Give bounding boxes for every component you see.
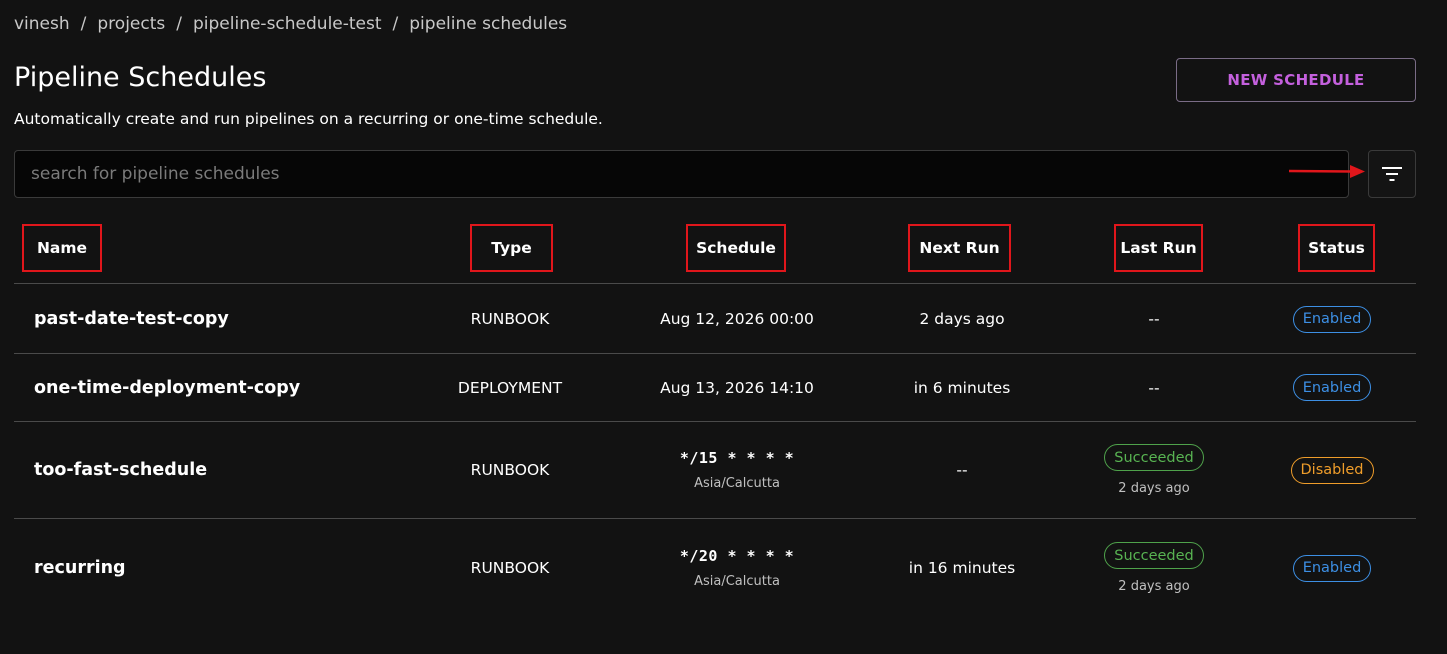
schedule-type: RUNBOOK	[470, 461, 550, 479]
table-row[interactable]: past-date-test-copy RUNBOOK Aug 12, 2026…	[14, 285, 1416, 354]
schedule-timezone: Asia/Calcutta	[694, 476, 780, 491]
pipeline-schedules-page: vinesh / projects / pipeline-schedule-te…	[0, 0, 1447, 654]
status-badge: Enabled	[1292, 554, 1372, 582]
column-header-schedule[interactable]: Schedule	[686, 224, 786, 272]
table-header: Name Type Schedule Next Run Last Run Sta…	[14, 222, 1416, 284]
status-badge: Enabled	[1292, 305, 1372, 333]
last-run-badge: Succeeded	[1104, 444, 1204, 471]
schedule-name[interactable]: one-time-deployment-copy	[34, 354, 300, 421]
page-subtitle: Automatically create and run pipelines o…	[14, 110, 603, 128]
last-run: --	[1148, 310, 1160, 328]
column-header-name[interactable]: Name	[22, 224, 102, 272]
schedule-time: Aug 13, 2026 14:10	[660, 378, 814, 397]
next-run: --	[956, 461, 968, 479]
column-header-type[interactable]: Type	[470, 224, 553, 272]
column-header-last-run[interactable]: Last Run	[1114, 224, 1203, 272]
schedule-type: DEPLOYMENT	[457, 378, 563, 397]
breadcrumb-separator: /	[176, 14, 182, 34]
new-schedule-button[interactable]: NEW SCHEDULE	[1176, 58, 1416, 102]
filter-icon	[1382, 167, 1402, 181]
schedule-type: RUNBOOK	[470, 559, 550, 577]
last-run-cell: Succeeded 2 days ago	[1079, 422, 1229, 518]
breadcrumb-item-projects[interactable]: projects	[97, 14, 165, 34]
status-badge: Disabled	[1290, 456, 1374, 484]
breadcrumb: vinesh / projects / pipeline-schedule-te…	[14, 14, 567, 34]
status-cell: Enabled	[1257, 285, 1407, 353]
next-run: in 6 minutes	[913, 378, 1011, 397]
last-run-time: 2 days ago	[1118, 481, 1190, 496]
status-badge: Enabled	[1292, 374, 1372, 401]
breadcrumb-item-user[interactable]: vinesh	[14, 14, 70, 34]
schedule-time: Aug 12, 2026 00:00	[660, 310, 814, 328]
search-input[interactable]	[14, 150, 1349, 198]
table-row[interactable]: recurring RUNBOOK */20 * * * * Asia/Calc…	[14, 519, 1416, 617]
schedule-name[interactable]: past-date-test-copy	[34, 285, 229, 353]
schedule-name[interactable]: recurring	[34, 519, 126, 617]
schedule-cell: */15 * * * * Asia/Calcutta	[636, 422, 838, 518]
breadcrumb-item-project[interactable]: pipeline-schedule-test	[193, 14, 382, 34]
cron-expression: */15 * * * *	[679, 449, 795, 467]
status-cell: Enabled	[1257, 354, 1407, 421]
breadcrumb-separator: /	[80, 14, 87, 34]
table-row[interactable]: one-time-deployment-copy DEPLOYMENT Aug …	[14, 354, 1416, 422]
page-title: Pipeline Schedules	[14, 62, 267, 93]
breadcrumb-item-current: pipeline schedules	[409, 14, 568, 34]
schedule-type: RUNBOOK	[470, 310, 550, 328]
schedule-timezone: Asia/Calcutta	[694, 574, 780, 589]
filter-button[interactable]	[1368, 150, 1416, 198]
breadcrumb-separator: /	[392, 14, 399, 34]
annotation-arrow	[1288, 165, 1365, 178]
last-run-badge: Succeeded	[1104, 542, 1204, 569]
table-row[interactable]: too-fast-schedule RUNBOOK */15 * * * * A…	[14, 422, 1416, 519]
last-run: --	[1148, 378, 1160, 397]
schedule-cell: */20 * * * * Asia/Calcutta	[636, 519, 838, 617]
last-run-cell: Succeeded 2 days ago	[1079, 519, 1229, 617]
column-header-next-run[interactable]: Next Run	[908, 224, 1011, 272]
next-run: 2 days ago	[919, 310, 1005, 328]
status-cell: Enabled	[1257, 519, 1407, 617]
next-run: in 16 minutes	[908, 559, 1016, 577]
status-cell: Disabled	[1257, 422, 1407, 518]
column-header-status[interactable]: Status	[1298, 224, 1375, 272]
last-run-time: 2 days ago	[1118, 579, 1190, 594]
schedule-name[interactable]: too-fast-schedule	[34, 422, 207, 518]
cron-expression: */20 * * * *	[679, 547, 795, 565]
